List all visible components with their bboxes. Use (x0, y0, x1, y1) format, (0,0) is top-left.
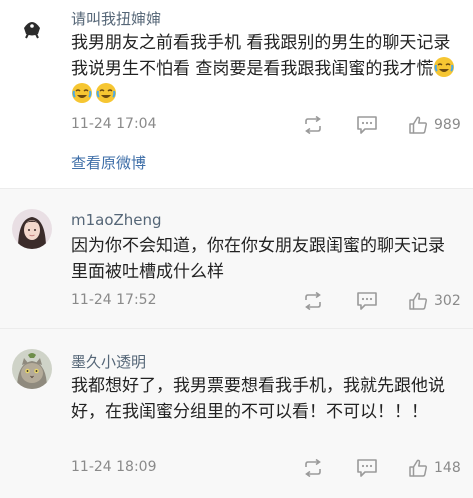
crying-laughing-emoji (95, 82, 117, 104)
avatar[interactable] (14, 8, 50, 44)
comment-text: 我都想好了，我男票要想看我手机，我就先跟他说好，在我闺蜜分组里的不可以看！不可以… (71, 376, 445, 422)
timestamp: 11-24 17:52 (71, 292, 157, 308)
comment-button[interactable] (355, 456, 379, 480)
repost-icon (305, 116, 321, 134)
comment-icon (357, 292, 377, 310)
like-count: 989 (434, 117, 461, 133)
like-button[interactable]: 989 (408, 113, 461, 137)
view-original-link[interactable]: 查看原微博 (71, 152, 146, 173)
timestamp: 11-24 18:09 (71, 459, 157, 475)
comment-icon (357, 116, 377, 134)
crying-laughing-emoji (433, 56, 455, 78)
comment-meta: 11-24 17:04 989 (71, 113, 463, 137)
comment-card-1: 请叫我扭婶婶 我男朋友之前看我手机 看我跟别的男生的聊天记录 我说男生不怕看 查… (0, 0, 473, 188)
comment-text-body: 我男朋友之前看我手机 看我跟别的男生的聊天记录 我说男生不怕看 查岗要是看我跟我… (71, 33, 451, 79)
like-count: 148 (434, 460, 461, 476)
repost-button[interactable] (301, 289, 325, 313)
avatar-image (14, 8, 50, 44)
thumbs-up-icon (409, 292, 427, 310)
avatar[interactable] (12, 209, 52, 249)
repost-button[interactable] (301, 113, 325, 137)
avatar[interactable] (12, 349, 52, 389)
comment-card-2: m1aoZheng 因为你不会知道，你在你女朋友跟闺蜜的聊天记录里面被吐槽成什么… (0, 188, 473, 328)
repost-icon (305, 459, 321, 477)
thumbs-up-icon (409, 116, 427, 134)
comment-icon (357, 459, 377, 477)
comment-button[interactable] (355, 289, 379, 313)
username[interactable]: 墨久小透明 (71, 351, 146, 372)
like-count: 302 (434, 293, 461, 309)
username[interactable]: m1aoZheng (71, 211, 162, 229)
comment-meta: 11-24 17:52 302 (71, 289, 463, 313)
timestamp: 11-24 17:04 (71, 116, 157, 132)
avatar-image (12, 209, 52, 249)
crying-laughing-emoji (71, 82, 93, 104)
like-button[interactable]: 148 (408, 456, 461, 480)
thumbs-up-icon (409, 459, 427, 477)
repost-button[interactable] (301, 456, 325, 480)
comment-card-3: 墨久小透明 我都想好了，我男票要想看我手机，我就先跟他说好，在我闺蜜分组里的不可… (0, 328, 473, 498)
username[interactable]: 请叫我扭婶婶 (71, 8, 161, 29)
avatar-image (12, 349, 52, 389)
comment-text: 因为你不会知道，你在你女朋友跟闺蜜的聊天记录里面被吐槽成什么样 (71, 236, 445, 282)
like-button[interactable]: 302 (408, 289, 461, 313)
comment-text: 我男朋友之前看我手机 看我跟别的男生的聊天记录 我说男生不怕看 查岗要是看我跟我… (71, 30, 459, 108)
repost-icon (305, 292, 321, 310)
comment-button[interactable] (355, 113, 379, 137)
comment-meta: 11-24 18:09 148 (71, 456, 463, 480)
